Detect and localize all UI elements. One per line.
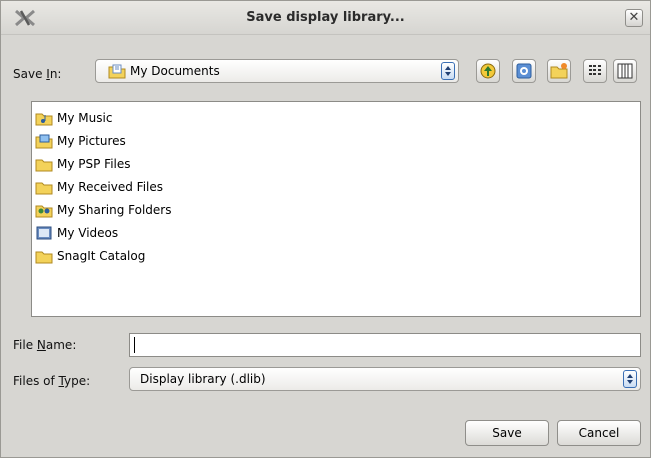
dropdown-spinner-icon[interactable] [441,62,455,80]
title-bar[interactable]: Save display library... ✕ [1,1,650,35]
new-folder-icon [550,63,568,79]
list-item-label: My Received Files [57,180,164,194]
music-folder-icon [35,110,53,126]
folder-icon [35,248,53,264]
file-name-input[interactable] [129,333,641,357]
list-item-label: My Music [57,111,113,125]
file-type-label: Files of Type: [13,374,91,388]
pictures-folder-icon [35,133,53,149]
close-icon: ✕ [628,10,640,25]
details-view-button[interactable] [613,59,637,83]
cancel-button[interactable]: Cancel [557,420,641,446]
text-caret [134,337,135,353]
close-button[interactable]: ✕ [625,9,643,27]
up-one-level-icon [480,63,496,79]
new-folder-button[interactable] [547,59,571,83]
save-button[interactable]: Save [465,420,549,446]
list-view-icon [589,65,601,75]
desktop-button[interactable] [512,59,536,83]
file-list[interactable]: My Music My Pictures My PSP Files My Rec… [31,101,641,317]
save-in-dropdown[interactable]: My Documents [95,59,459,83]
videos-folder-icon [35,225,53,241]
file-type-value: Display library (.dlib) [140,372,266,386]
dialog-title: Save display library... [246,10,405,25]
dropdown-spinner-icon[interactable] [623,370,637,388]
save-in-value: My Documents [130,64,220,78]
file-type-dropdown[interactable]: Display library (.dlib) [129,367,641,391]
folder-icon [35,156,53,172]
save-dialog: Save display library... ✕ Save In: My Do… [0,0,651,458]
details-view-icon [617,63,633,79]
list-item-label: SnagIt Catalog [57,249,146,263]
save-in-label: Save In: [13,67,62,81]
list-item-label: My PSP Files [57,157,131,171]
up-one-level-button[interactable] [476,59,500,83]
folder-documents-icon [108,63,126,82]
list-item-label: My Sharing Folders [57,203,172,217]
sharing-folder-icon [35,202,53,218]
list-item-label: My Pictures [57,134,126,148]
desktop-icon [516,63,532,79]
file-name-label: File Name: [13,338,77,352]
list-item-label: My Videos [57,226,119,240]
folder-icon [35,179,53,195]
list-view-button[interactable] [583,59,607,83]
